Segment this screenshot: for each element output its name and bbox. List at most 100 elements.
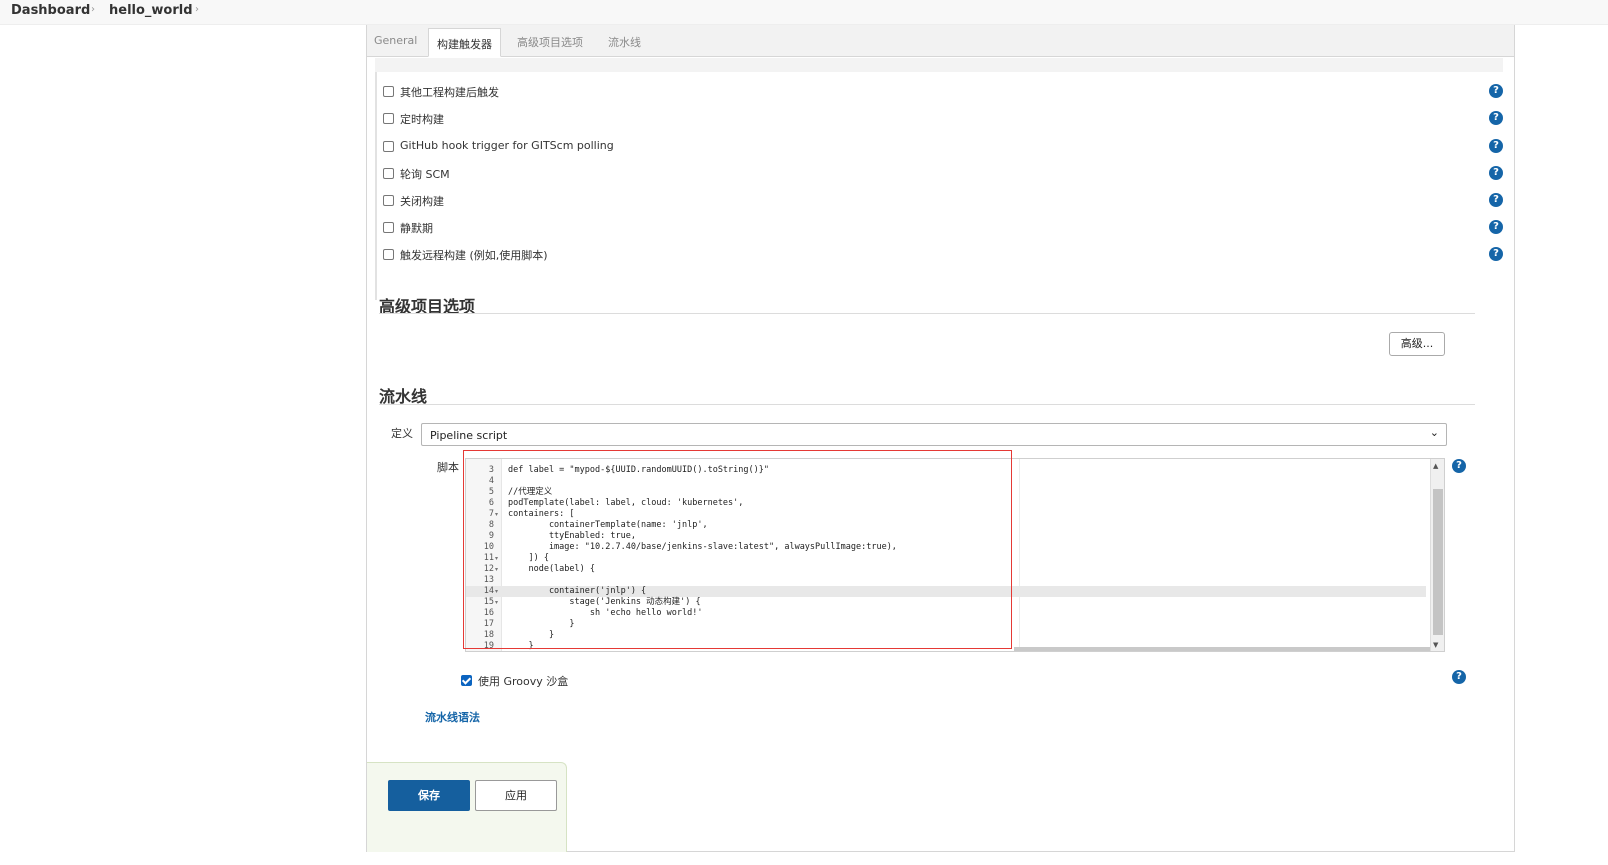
fold-arrow-icon[interactable]: ▾ xyxy=(495,564,498,575)
advanced-button[interactable]: 高级... xyxy=(1389,332,1445,356)
line-number: 19 xyxy=(483,641,494,651)
apply-button[interactable]: 应用 xyxy=(475,780,557,811)
horizontal-scrollbar[interactable] xyxy=(1014,647,1430,651)
code-line[interactable]: 10 image: "10.2.7.40/base/jenkins-slave:… xyxy=(466,542,1426,553)
definition-select[interactable]: Pipeline script ⌄ xyxy=(421,423,1447,446)
code-text: //代理定义 xyxy=(508,487,553,497)
groovy-sandbox-label: 使用 Groovy 沙盒 xyxy=(478,675,569,688)
code-text: container('jnlp') { xyxy=(508,586,647,596)
chevron-right-icon[interactable]: › xyxy=(91,4,95,15)
code-line[interactable]: 15 ▾ stage('Jenkins 动态构建') { xyxy=(466,597,1426,608)
scrollbar-thumb[interactable] xyxy=(1433,489,1443,635)
code-line[interactable]: 11 ▾ ]) { xyxy=(466,553,1426,564)
help-icon[interactable]: ? xyxy=(1452,459,1466,473)
checkbox-label: 静默期 xyxy=(400,222,433,235)
code-line[interactable]: 4 xyxy=(466,476,1426,487)
code-line[interactable]: 14 ▾ container('jnlp') { xyxy=(466,586,1426,597)
help-icon[interactable]: ? xyxy=(1489,111,1503,125)
checkbox[interactable] xyxy=(383,168,394,179)
chevron-down-icon: ⌄ xyxy=(1429,426,1439,439)
checkbox-label: 其他工程构建后触发 xyxy=(400,86,499,99)
checkbox-label: 定时构建 xyxy=(400,113,444,126)
line-number: 14 xyxy=(483,586,494,596)
checkbox-label: 触发远程构建 (例如,使用脚本) xyxy=(400,249,548,262)
line-number: 13 xyxy=(483,575,494,585)
code-text: stage('Jenkins 动态构建') { xyxy=(508,597,701,607)
code-text: containerTemplate(name: 'jnlp', xyxy=(508,520,708,530)
save-button[interactable]: 保存 xyxy=(388,780,470,811)
pipeline-syntax-link[interactable]: 流水线语法 xyxy=(425,709,480,725)
breadcrumb-hello-world[interactable]: hello_world xyxy=(109,3,193,18)
help-icon[interactable]: ? xyxy=(1452,670,1466,684)
line-number: 18 xyxy=(483,630,494,640)
tab-general[interactable]: General xyxy=(374,34,417,47)
fold-arrow-icon[interactable]: ▾ xyxy=(495,553,498,564)
breadcrumb-dashboard[interactable]: Dashboard xyxy=(11,3,90,18)
help-icon[interactable]: ? xyxy=(1489,193,1503,207)
checkbox-label: GitHub hook trigger for GITScm polling xyxy=(400,139,614,152)
code-text: node(label) { xyxy=(508,564,595,574)
code-line[interactable]: 7 ▾ containers: [ xyxy=(466,509,1426,520)
editor-scrollbar[interactable]: ▲ ▼ xyxy=(1430,459,1444,651)
code-text: image: "10.2.7.40/base/jenkins-slave:lat… xyxy=(508,542,897,552)
line-number: 15 xyxy=(483,597,494,607)
code-text: ]) { xyxy=(508,553,549,563)
form-footer: 保存 应用 xyxy=(367,762,567,852)
scroll-down-icon[interactable]: ▼ xyxy=(1433,641,1438,649)
tab-pipeline[interactable]: 流水线 xyxy=(608,34,641,50)
line-number: 6 xyxy=(488,498,494,508)
line-number: 12 xyxy=(483,564,494,574)
code-line[interactable]: 3 def label = "mypod-${UUID.randomUUID().… xyxy=(466,465,1426,476)
divider xyxy=(379,313,1475,314)
definition-label: 定义 xyxy=(391,427,413,440)
code-text: def label = "mypod-${UUID.randomUUID().t… xyxy=(508,465,769,475)
checkbox[interactable] xyxy=(383,195,394,206)
line-number: 7 xyxy=(488,509,494,519)
code-text: containers: [ xyxy=(508,509,575,519)
help-icon[interactable]: ? xyxy=(1489,84,1503,98)
line-number: 3 xyxy=(488,465,494,475)
code-text: podTemplate(label: label, cloud: 'kubern… xyxy=(508,498,744,508)
script-editor[interactable]: 3 def label = "mypod-${UUID.randomUUID().… xyxy=(465,458,1445,652)
help-icon[interactable]: ? xyxy=(1489,166,1503,180)
checkbox[interactable] xyxy=(383,222,394,233)
help-icon[interactable]: ? xyxy=(1489,220,1503,234)
chevron-right-icon[interactable]: › xyxy=(195,4,199,15)
checkbox-label: 轮询 SCM xyxy=(400,168,450,181)
code-text: } xyxy=(508,630,555,640)
code-line[interactable]: 8 containerTemplate(name: 'jnlp', xyxy=(466,520,1426,531)
help-icon[interactable]: ? xyxy=(1489,247,1503,261)
code-line[interactable]: 17 } xyxy=(466,619,1426,630)
code-line[interactable]: 16 sh 'echo hello world!' xyxy=(466,608,1426,619)
tab-advanced-options[interactable]: 高级项目选项 xyxy=(517,34,583,50)
line-number: 11 xyxy=(483,553,494,563)
code-line[interactable]: 13 xyxy=(466,575,1426,586)
script-label: 脚本 xyxy=(437,461,459,474)
scroll-up-icon[interactable]: ▲ xyxy=(1433,462,1438,470)
checkbox-label: 关闭构建 xyxy=(400,195,444,208)
code-text: } xyxy=(508,641,534,651)
groovy-sandbox-checkbox[interactable] xyxy=(461,675,472,686)
checkbox[interactable] xyxy=(383,86,394,97)
line-number: 4 xyxy=(488,476,494,486)
line-number: 16 xyxy=(483,608,494,618)
line-number: 17 xyxy=(483,619,494,629)
code-line[interactable]: 6 podTemplate(label: label, cloud: 'kuber… xyxy=(466,498,1426,509)
code-line[interactable]: 12 ▾ node(label) { xyxy=(466,564,1426,575)
checkbox[interactable] xyxy=(383,113,394,124)
line-number: 8 xyxy=(488,520,494,530)
help-icon[interactable]: ? xyxy=(1489,139,1503,153)
code-line[interactable]: 9 ttyEnabled: true, xyxy=(466,531,1426,542)
code-text: ttyEnabled: true, xyxy=(508,531,636,541)
fold-arrow-icon[interactable]: ▾ xyxy=(495,597,498,608)
config-panel: General 构建触发器 高级项目选项 流水线 其他工程构建后触发 定时构建 … xyxy=(366,25,1515,852)
fold-arrow-icon[interactable]: ▾ xyxy=(495,586,498,597)
fold-arrow-icon[interactable]: ▾ xyxy=(495,509,498,520)
checkbox[interactable] xyxy=(383,141,394,152)
code-line[interactable]: 18 } xyxy=(466,630,1426,641)
checkbox[interactable] xyxy=(383,249,394,260)
code-line[interactable]: 5 //代理定义 xyxy=(466,487,1426,498)
line-number: 5 xyxy=(488,487,494,497)
section-indent-rule xyxy=(375,72,377,300)
tab-build-triggers[interactable]: 构建触发器 xyxy=(428,28,501,57)
